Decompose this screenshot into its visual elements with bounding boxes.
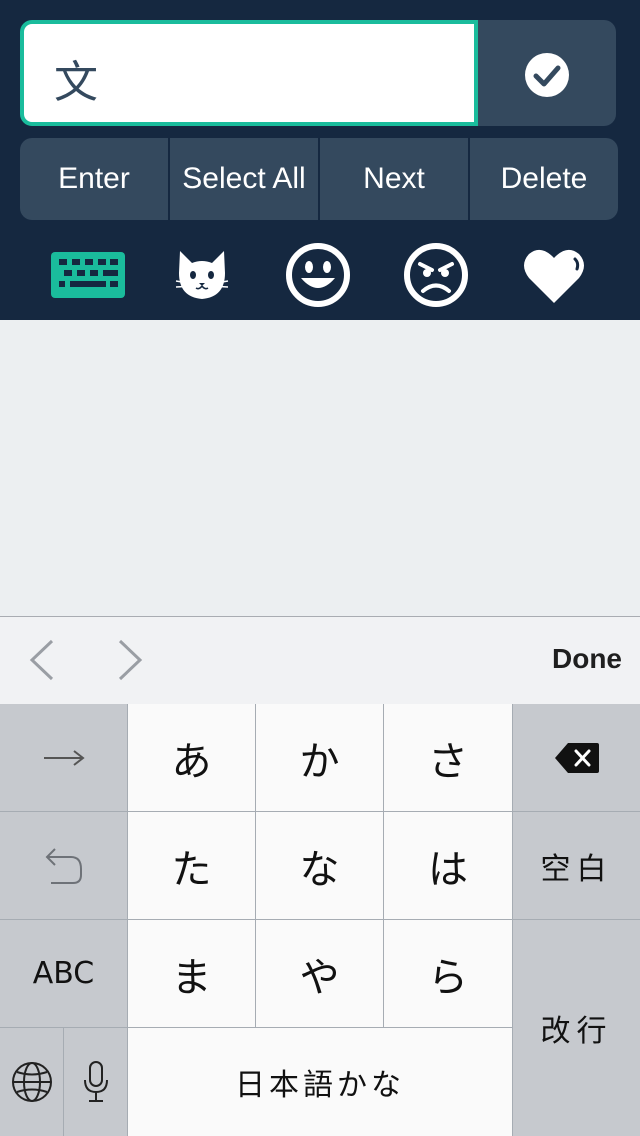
kana-key-ta[interactable]: た xyxy=(128,812,255,919)
kana-key-ma[interactable]: ま xyxy=(128,920,255,1027)
space-key[interactable]: 日本語かな xyxy=(128,1028,512,1136)
next-field-button[interactable] xyxy=(112,639,146,686)
kana-key-ya[interactable]: や xyxy=(256,920,383,1027)
microphone-icon xyxy=(83,1061,108,1102)
done-button[interactable]: Done xyxy=(552,643,622,675)
kana-key-ra[interactable]: ら xyxy=(384,920,512,1027)
heart-icon[interactable] xyxy=(520,236,588,314)
keyboard-accessory-bar: Done xyxy=(0,616,640,704)
next-candidate-key[interactable] xyxy=(0,704,127,811)
smile-face-icon[interactable] xyxy=(284,236,352,314)
abc-key[interactable]: ABC xyxy=(0,920,127,1027)
backspace-icon xyxy=(554,742,599,773)
enter-button[interactable]: Enter xyxy=(20,138,170,220)
arrow-right-icon xyxy=(43,749,85,766)
previous-field-button[interactable] xyxy=(26,639,60,686)
keyboard-icon[interactable] xyxy=(50,236,126,314)
delete-button[interactable]: Delete xyxy=(470,138,618,220)
text-input[interactable]: 文 xyxy=(20,20,478,126)
chevron-left-icon xyxy=(29,639,54,681)
undo-icon xyxy=(45,847,82,884)
return-key[interactable]: 改行 xyxy=(513,920,640,1136)
cat-face-icon[interactable] xyxy=(170,236,234,314)
undo-key[interactable] xyxy=(0,812,127,919)
kana-key-ka[interactable]: か xyxy=(256,704,383,811)
dictation-key[interactable] xyxy=(64,1028,127,1136)
kana-key-ha[interactable]: は xyxy=(384,812,512,919)
action-row: Enter Select All Next Delete xyxy=(20,138,618,220)
kana-key-sa[interactable]: さ xyxy=(384,704,512,811)
kana-keyboard: ABC あ か さ た な は ま や ら 日本語かな 空白 改行 xyxy=(0,704,640,1136)
next-button[interactable]: Next xyxy=(320,138,470,220)
space-label-key[interactable]: 空白 xyxy=(513,812,640,919)
globe-key[interactable] xyxy=(0,1028,63,1136)
toolbar: 文 Enter Select All Next Delete xyxy=(0,0,640,320)
checkmark-icon xyxy=(525,53,569,97)
angry-face-icon[interactable] xyxy=(402,236,470,314)
category-bar xyxy=(0,236,640,314)
globe-icon xyxy=(11,1062,52,1102)
input-value: 文 xyxy=(54,57,98,108)
chevron-right-icon xyxy=(118,639,143,681)
confirm-button[interactable] xyxy=(478,20,616,126)
kana-key-a[interactable]: あ xyxy=(128,704,255,811)
kana-key-na[interactable]: な xyxy=(256,812,383,919)
backspace-key[interactable] xyxy=(513,704,640,811)
select-all-button[interactable]: Select All xyxy=(170,138,320,220)
